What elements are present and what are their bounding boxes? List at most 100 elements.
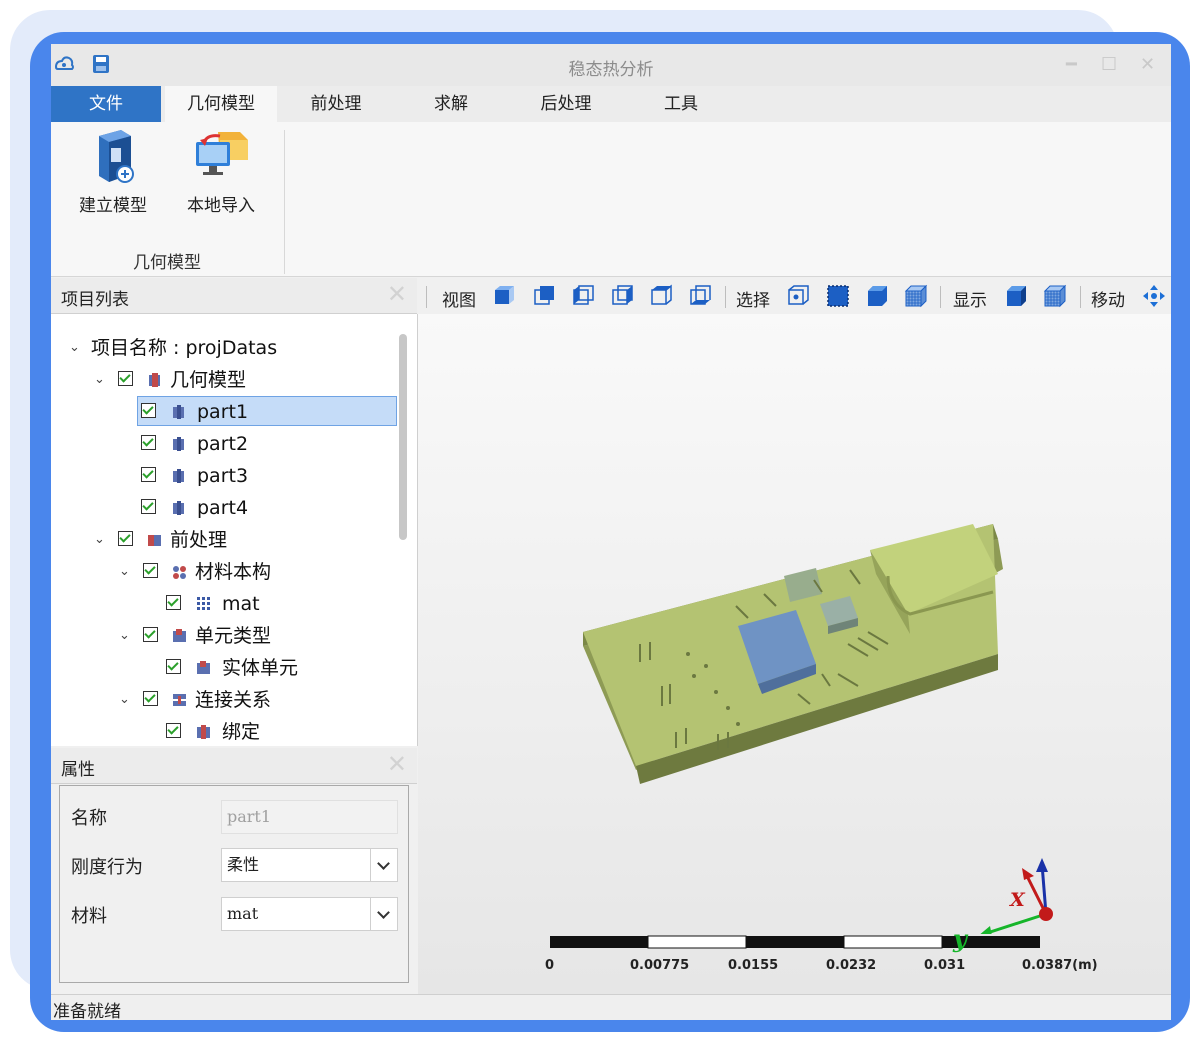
material-select[interactable]: mat — [221, 897, 398, 931]
material-label: 材料 — [71, 906, 107, 927]
geometry-icon — [149, 373, 160, 387]
material-icon — [173, 566, 186, 579]
project-panel-header: 项目列表 ✕ — [51, 278, 417, 314]
scale-tick-label: 0.00775 — [630, 958, 690, 973]
grid-icon — [197, 597, 210, 610]
local-import-button[interactable]: 本地导入 — [177, 126, 265, 216]
ribbon-separator — [284, 130, 285, 274]
checkbox[interactable] — [166, 595, 181, 610]
project-panel-close-icon[interactable]: ✕ — [387, 280, 407, 308]
bind-icon — [197, 725, 210, 739]
status-text: 准备就绪 — [53, 1002, 121, 1020]
build-model-icon — [99, 130, 134, 183]
checkbox[interactable] — [141, 403, 156, 418]
y-axis-label: y — [952, 926, 969, 953]
connection-icon — [173, 694, 186, 706]
view-label: 视图 — [442, 291, 476, 311]
view-front-icon[interactable] — [492, 284, 516, 308]
scale-bar: y — [550, 926, 1040, 953]
toolbar-separator — [940, 286, 941, 308]
checkbox[interactable] — [166, 659, 181, 674]
minimize-button[interactable]: ━ — [1066, 54, 1077, 75]
collapse-icon[interactable]: ⌄ — [69, 333, 80, 363]
maximize-button[interactable]: ☐ — [1101, 54, 1117, 75]
chevron-down-icon[interactable] — [370, 898, 397, 930]
tab-preprocess[interactable]: 前处理 — [285, 86, 387, 122]
properties-panel-header: 属性 ✕ — [51, 748, 417, 784]
build-model-button[interactable]: 建立模型 — [69, 126, 157, 216]
select-point-icon[interactable] — [786, 284, 810, 308]
view-left-icon[interactable] — [571, 284, 595, 308]
properties-panel-title: 属性 — [61, 760, 95, 780]
checkbox[interactable] — [141, 435, 156, 450]
collapse-icon[interactable]: ⌄ — [119, 557, 130, 587]
properties-panel-close-icon[interactable]: ✕ — [387, 750, 407, 778]
3d-viewport[interactable]: X y — [418, 314, 1171, 994]
checkbox[interactable] — [141, 467, 156, 482]
x-axis-label: X — [1009, 889, 1026, 911]
preprocess-icon — [148, 535, 161, 546]
checkbox[interactable] — [118, 371, 133, 386]
tree-scrollbar[interactable] — [399, 334, 407, 540]
view-back-icon[interactable] — [532, 284, 556, 308]
ribbon-group-label: 几何模型 — [133, 253, 201, 273]
stiffness-value: 柔性 — [227, 855, 260, 874]
checkbox[interactable] — [141, 499, 156, 514]
scale-tick-label: 0.0387(m) — [1022, 958, 1098, 973]
stiffness-label: 刚度行为 — [71, 857, 143, 878]
collapse-icon[interactable]: ⌄ — [119, 685, 130, 715]
chevron-down-icon[interactable] — [370, 849, 397, 881]
move-icon[interactable] — [1142, 284, 1166, 308]
display-mesh-icon[interactable] — [1042, 284, 1066, 308]
tab-solve[interactable]: 求解 — [401, 86, 501, 122]
element-type-icon — [173, 629, 186, 642]
axes-triad: X — [980, 858, 1053, 934]
build-model-label: 建立模型 — [79, 196, 147, 216]
status-bar: 准备就绪 — [51, 994, 1171, 1020]
name-field: part1 — [221, 800, 398, 834]
display-solid-icon[interactable] — [1004, 284, 1028, 308]
scale-tick-label: 0.0155 — [728, 958, 779, 973]
collapse-icon[interactable]: ⌄ — [94, 365, 105, 395]
local-import-label: 本地导入 — [187, 196, 255, 216]
material-value: mat — [227, 904, 259, 923]
collapse-icon[interactable]: ⌄ — [119, 621, 130, 651]
ribbon: 建立模型 本地导入 几何模型 — [51, 122, 1171, 277]
checkbox[interactable] — [143, 627, 158, 642]
view-top-icon[interactable] — [649, 284, 673, 308]
tab-geometry[interactable]: 几何模型 — [165, 86, 277, 122]
view-toolbar: 视图 选择 显示 移动 — [418, 278, 1171, 315]
stiffness-select[interactable]: 柔性 — [221, 848, 398, 882]
part-icon — [173, 405, 184, 419]
toolbar-separator — [1080, 286, 1081, 308]
scale-tick-label: 0.031 — [924, 958, 966, 973]
select-label: 选择 — [736, 291, 770, 311]
part-icon — [173, 437, 184, 451]
name-label: 名称 — [71, 808, 107, 829]
collapse-icon[interactable]: ⌄ — [94, 525, 105, 555]
view-bottom-icon[interactable] — [688, 284, 712, 308]
toolbar-separator — [426, 286, 427, 308]
part-icon — [173, 501, 184, 515]
close-button[interactable]: ✕ — [1140, 54, 1155, 75]
tab-postprocess[interactable]: 后处理 — [515, 86, 617, 122]
part-icon — [173, 469, 184, 483]
display-label: 显示 — [953, 291, 987, 311]
scale-tick-label: 0 — [545, 958, 555, 973]
view-right-icon[interactable] — [610, 284, 634, 308]
checkbox[interactable] — [143, 563, 158, 578]
checkbox[interactable] — [166, 723, 181, 738]
tab-file[interactable]: 文件 — [51, 86, 161, 122]
checkbox[interactable] — [118, 531, 133, 546]
app-window: 稳态热分析 ━ ☐ ✕ 文件 几何模型 前处理 求解 后处理 工具 建立模型 本… — [51, 44, 1171, 1020]
toolbar-separator — [725, 286, 726, 308]
solid-element-icon — [197, 661, 210, 674]
local-import-icon — [196, 132, 248, 175]
move-label: 移动 — [1091, 291, 1125, 311]
select-solid-icon[interactable] — [865, 284, 889, 308]
select-mesh-icon[interactable] — [903, 284, 927, 308]
select-box-icon[interactable] — [826, 284, 850, 308]
tab-tools[interactable]: 工具 — [631, 86, 731, 122]
checkbox[interactable] — [143, 691, 158, 706]
scale-tick-label: 0.0232 — [826, 958, 877, 973]
